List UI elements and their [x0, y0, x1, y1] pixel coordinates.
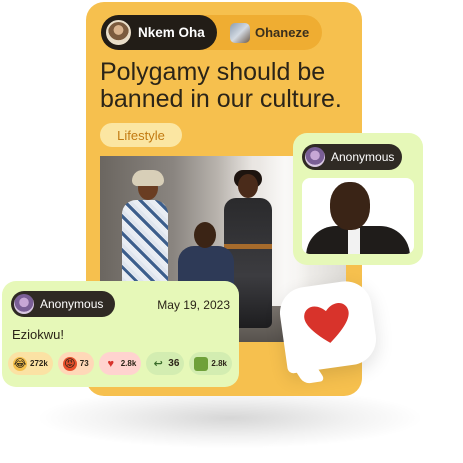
reply-count: 36 [168, 358, 180, 369]
reply-photo[interactable] [302, 178, 414, 254]
laugh-emoji-icon: 😂 [13, 356, 27, 371]
bag-icon [194, 356, 209, 371]
person-right-head [238, 174, 258, 198]
heart-icon [304, 303, 349, 343]
reaction-bar: 😂 272k 😡 73 ♥ 2.8k ↩ 36 2.8k [8, 352, 232, 375]
card-shadow [40, 388, 420, 448]
heart-icon: ♥ [107, 357, 114, 370]
bag-count: 2.8k [211, 359, 227, 368]
post-title: Polygamy should be banned in our culture… [100, 58, 342, 113]
angry-emoji-icon: 😡 [62, 356, 77, 371]
reaction-angry-button[interactable]: 😡 73 [57, 352, 94, 375]
anonymous-user-pill[interactable]: Anonymous [11, 291, 115, 317]
reaction-count: 73 [79, 359, 89, 368]
reaction-love-button[interactable]: ♥ 2.8k [98, 352, 142, 375]
reaction-count: 272k [30, 359, 48, 368]
group-tab[interactable]: Ohaneze [230, 15, 309, 50]
author-name: Nkem Oha [138, 25, 205, 40]
avatar-ohaneze-icon [230, 22, 250, 43]
reply-button[interactable]: ↩ 36 [146, 352, 185, 375]
reaction-laugh-button[interactable]: 😂 272k [8, 352, 53, 375]
bag-button[interactable]: 2.8k [189, 352, 232, 375]
author-tab[interactable]: Nkem Oha [101, 15, 217, 50]
comment-text: Eziokwu! [12, 327, 65, 342]
anonymous-username: Anonymous [331, 150, 395, 164]
category-tag[interactable]: Lifestyle [100, 123, 182, 147]
person-left-headwrap [132, 170, 164, 186]
comment-date: May 19, 2023 [157, 298, 230, 312]
reaction-count: 2.8k [120, 359, 137, 368]
person-right-belt [224, 244, 272, 249]
avatar-nkem-icon [106, 20, 131, 45]
reply-arrow-icon: ↩ [153, 358, 163, 370]
anonymous-image-reply[interactable]: Anonymous [293, 133, 423, 265]
avatar-anonymous-icon [305, 147, 325, 167]
group-name: Ohaneze [255, 25, 310, 40]
photo-collar [348, 228, 360, 254]
heart-reaction-bubble[interactable] [276, 278, 380, 384]
photo-face [330, 182, 370, 230]
anonymous-comment-card[interactable]: Anonymous May 19, 2023 Eziokwu! 😂 272k 😡… [2, 281, 239, 387]
anonymous-user-pill[interactable]: Anonymous [302, 144, 402, 170]
anonymous-username: Anonymous [40, 297, 104, 311]
avatar-anonymous-icon [14, 294, 34, 314]
person-center-head [194, 222, 216, 248]
